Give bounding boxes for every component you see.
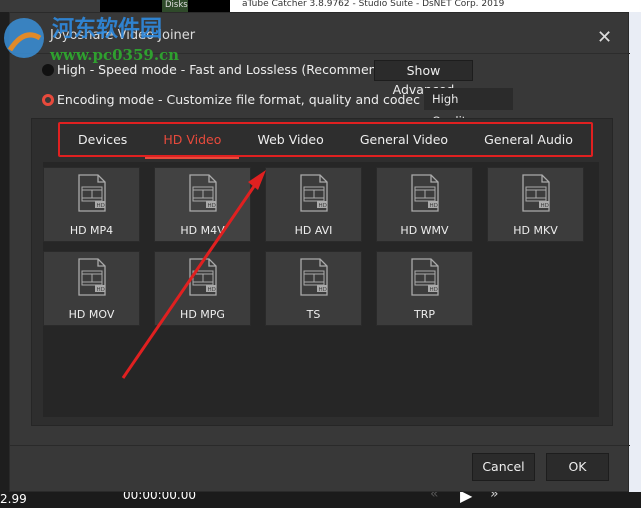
svg-text:www.pc0359.cn: www.pc0359.cn — [49, 46, 179, 63]
annotation-arrow — [121, 170, 266, 379]
watermark-logo: 河东软件园 www.pc0359.cn — [0, 8, 200, 66]
svg-text:河东软件园: 河东软件园 — [52, 16, 162, 42]
